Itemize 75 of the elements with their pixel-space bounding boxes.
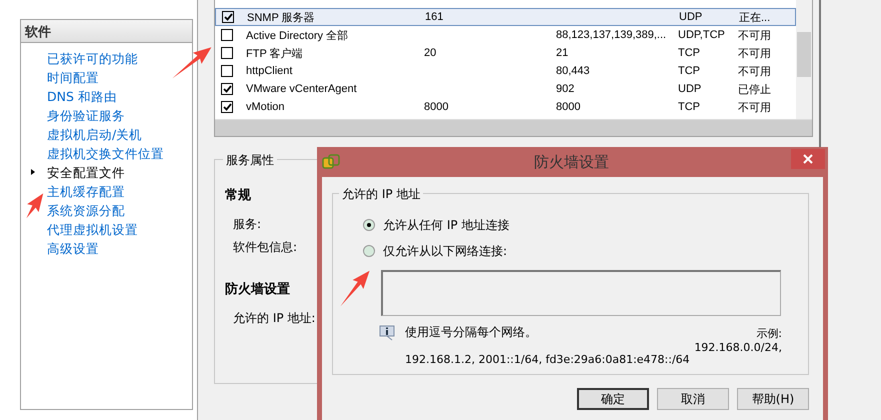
table-row[interactable]: httpClient 80,443 TCP 不可用 [215, 62, 796, 80]
table-cell: vMotion [246, 101, 285, 113]
section-heading: 常规 [225, 187, 251, 204]
example-text: 192.168.1.2, 2001::1/64, fd3e:29a6:0a81:e478::/64 [405, 353, 691, 366]
table-cell: 不可用 [738, 102, 771, 114]
checkbox[interactable] [221, 47, 233, 59]
table-cell: 正在... [739, 12, 770, 24]
table-cell: httpClient [246, 65, 292, 77]
table-cell: 不可用 [738, 66, 771, 78]
radio-button[interactable] [363, 219, 375, 231]
dialog-button[interactable]: 确定 [577, 388, 649, 410]
hint-text: 使用逗号分隔每个网络。 [405, 324, 537, 341]
table-cell: UDP [679, 11, 702, 23]
app-icon [322, 153, 340, 171]
network-input-field[interactable] [381, 270, 781, 316]
sidebar-item[interactable]: 时间配置 [21, 68, 192, 87]
table-cell: TCP [678, 101, 700, 113]
scrollbar[interactable] [215, 119, 812, 136]
table-row[interactable]: vMotion 8000 8000 TCP 不可用 [215, 98, 796, 116]
field-label: 服务: [233, 216, 262, 233]
dialog-title: 防火墙设置 [533, 152, 610, 172]
example-text: 192.168.0.0/24, [694, 341, 782, 354]
sidebar-item[interactable]: 系统资源分配 [21, 201, 192, 220]
table-cell: UDP,TCP [678, 29, 725, 41]
table-cell: 8000 [556, 101, 580, 113]
table-cell: 88,123,137,139,389,... [556, 29, 666, 41]
table-cell: TCP [678, 47, 700, 59]
sidebar-item[interactable]: 主机缓存配置 [21, 182, 192, 201]
radio-button[interactable] [363, 245, 375, 257]
checkbox[interactable] [222, 11, 234, 23]
table-row[interactable]: Active Directory 全部 88,123,137,139,389,... UDP,TCP 不可用 [215, 26, 796, 44]
sidebar-item[interactable]: 安全配置文件 [21, 163, 192, 182]
table-cell: 20 [424, 47, 436, 59]
table-row[interactable]: SNMP 服务器 161 UDP 正在... [215, 8, 796, 26]
sidebar-header: 软件 [21, 20, 192, 43]
checkbox[interactable] [221, 101, 233, 113]
table-cell: SNMP 服务器 [247, 12, 315, 24]
field-label: 软件包信息: [233, 239, 298, 256]
table-row[interactable]: FTP 客户端 20 21 TCP 不可用 [215, 44, 796, 62]
dialog-button[interactable]: 帮助(H) [737, 388, 809, 410]
table-cell: TCP [678, 65, 700, 77]
table-cell: 已停止 [738, 84, 771, 96]
checkbox[interactable] [221, 65, 233, 77]
example-label: 示例: [756, 326, 782, 341]
sidebar-item[interactable]: 代理虚拟机设置 [21, 220, 192, 239]
table-cell: 902 [556, 83, 574, 95]
table-cell: 不可用 [738, 48, 771, 60]
table-cell: FTP 客户端 [246, 48, 303, 60]
table-cell: 161 [425, 11, 444, 23]
section-heading: 防火墙设置 [225, 281, 290, 298]
sidebar-item[interactable]: 虚拟机启动/关机 [21, 125, 192, 144]
sidebar-item[interactable]: 身份验证服务 [21, 106, 192, 125]
group-title: 服务属性 [223, 152, 277, 169]
sidebar-item[interactable]: 高级设置 [21, 239, 192, 258]
sidebar-item[interactable]: 已获许可的功能 [21, 49, 192, 68]
table-cell: 21 [556, 47, 568, 59]
radio-label[interactable]: 仅允许从以下网络连接: [383, 242, 508, 260]
close-icon [803, 154, 813, 164]
checkbox[interactable] [221, 83, 233, 95]
checkbox[interactable] [221, 29, 233, 41]
table-cell: 不可用 [738, 30, 771, 42]
field-label: 允许的 IP 地址: [233, 310, 316, 327]
close-button[interactable] [791, 149, 825, 169]
table-row[interactable]: VMware vCenterAgent 902 UDP 已停止 [215, 80, 796, 98]
sidebar-item[interactable]: 虚拟机交换文件位置 [21, 144, 192, 163]
info-icon [379, 324, 395, 340]
scrollbar[interactable] [796, 0, 812, 119]
table-cell: UDP [678, 83, 702, 95]
radio-label[interactable]: 允许从任何 IP 地址连接 [383, 216, 510, 234]
table-cell: Active Directory 全部 [246, 30, 348, 42]
table-cell: VMware vCenterAgent [246, 83, 357, 95]
table-cell: 8000 [424, 101, 448, 113]
sidebar-item[interactable]: DNS 和路由 [21, 87, 192, 106]
table-cell: 80,443 [556, 65, 590, 77]
dialog-button[interactable]: 取消 [657, 388, 729, 410]
